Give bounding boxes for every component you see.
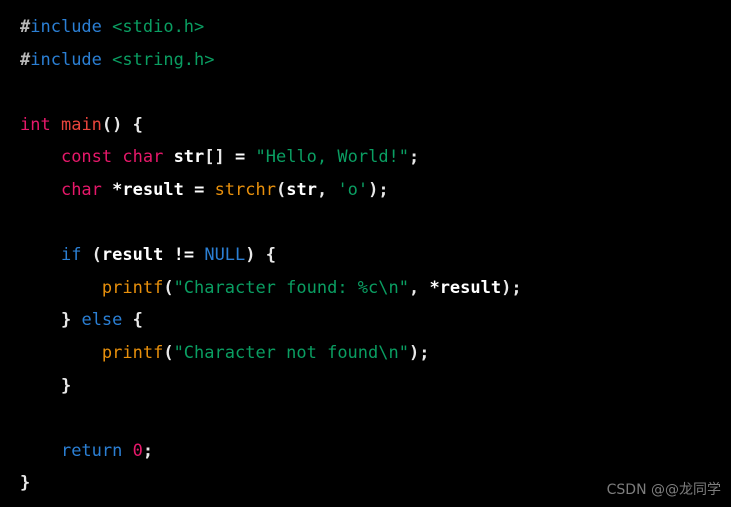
- code-token-punct: (: [81, 245, 102, 266]
- code-token-kw: return: [60, 440, 123, 461]
- code-token-fn: strchr: [214, 179, 276, 200]
- code-token-punct: }: [60, 310, 72, 331]
- code-token-fn: printf: [101, 342, 164, 363]
- code-line: int main() {: [20, 109, 522, 142]
- code-token-punct: ,: [316, 179, 338, 200]
- code-token-hash: #: [20, 49, 31, 70]
- code-token-punct: }: [20, 473, 31, 494]
- code-token-punct: (: [163, 342, 174, 363]
- code-token-punct: () {: [101, 114, 143, 135]
- code-token-kw: include: [30, 49, 102, 70]
- code-token-ident: str: [173, 147, 205, 168]
- code-line: }: [20, 467, 522, 500]
- code-line: char *result = strchr(str, 'o');: [20, 174, 522, 207]
- code-token-punct: );: [501, 277, 522, 298]
- code-token-punct: (: [163, 277, 174, 298]
- code-line: #include <string.h>: [20, 44, 522, 77]
- code-token-punct: );: [408, 342, 430, 363]
- code-token-punct: []: [204, 147, 235, 168]
- code-token-type: const char: [60, 147, 164, 168]
- code-token-fnmain: main: [60, 114, 102, 135]
- code-token-str: "Character found: %c\n": [173, 277, 409, 298]
- code-line: return 0;: [20, 435, 522, 468]
- code-token-ident: str: [286, 179, 317, 200]
- code-line: printf("Character found: %c\n", *result)…: [20, 272, 522, 305]
- code-token-type: char: [60, 179, 102, 200]
- code-token-num: 0: [132, 440, 143, 461]
- code-line: } else {: [20, 304, 522, 337]
- code-token-op: =: [194, 179, 205, 200]
- code-token-punct: ;: [409, 147, 420, 168]
- code-token-kw: if: [60, 245, 82, 266]
- code-line: if (result != NULL) {: [20, 239, 522, 272]
- code-token-type: int: [20, 114, 51, 135]
- code-token-kw: include: [30, 17, 102, 37]
- code-token-str: 'o': [337, 179, 369, 200]
- code-screenshot-surface: #include <stdio.h> #include <string.h> in…: [0, 0, 731, 507]
- code-token-hdr: <stdio.h>: [112, 17, 205, 37]
- code-line: }: [20, 370, 522, 403]
- code-token-punct: {: [122, 310, 143, 331]
- code-token-punct: ) {: [245, 245, 276, 266]
- code-token-str: "Hello, World!": [255, 147, 410, 168]
- code-token-punct: ;: [142, 440, 154, 461]
- code-token-ident: *result: [112, 179, 184, 200]
- code-token-str: "Character not found\n": [173, 342, 409, 363]
- code-token-hdr: <string.h>: [112, 49, 215, 70]
- code-line: printf("Character not found\n");: [20, 337, 522, 370]
- code-token-ident: result: [101, 245, 164, 266]
- code-token-kw: else: [81, 310, 123, 331]
- source-code-block[interactable]: #include <stdio.h> #include <string.h> in…: [20, 11, 522, 500]
- code-token-punct: }: [60, 375, 72, 396]
- code-token-hash: #: [20, 17, 31, 37]
- code-token-punct: );: [368, 179, 389, 200]
- code-token-ident: *result: [429, 277, 502, 298]
- code-line: const char str[] = "Hello, World!";: [20, 141, 522, 174]
- code-token-op: =: [235, 147, 246, 168]
- code-token-punct: ,: [408, 277, 430, 298]
- csdn-watermark: CSDN @@龙同学: [606, 482, 721, 498]
- code-line: #include <stdio.h>: [20, 11, 522, 44]
- code-token-op: !=: [173, 245, 195, 266]
- code-token-kw: NULL: [204, 245, 246, 266]
- code-token-fn: printf: [101, 277, 164, 298]
- code-token-punct: (: [275, 179, 287, 200]
